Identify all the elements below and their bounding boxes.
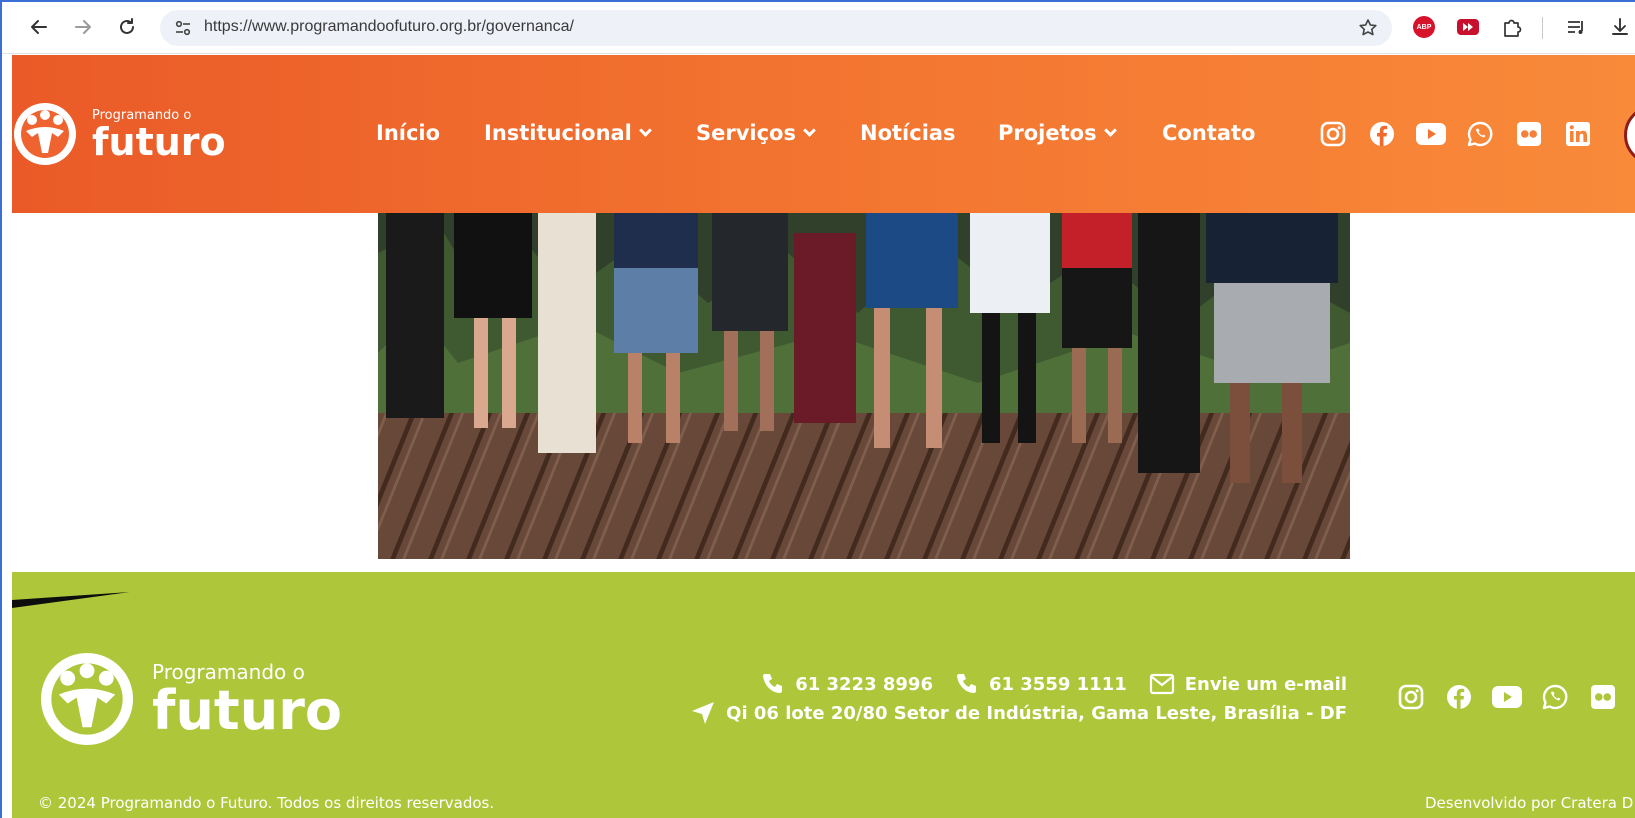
footer-email-link[interactable]: Envie um e-mail [1185, 674, 1347, 695]
footer-phone-2[interactable]: 61 3559 1111 [989, 674, 1127, 695]
developer-credit[interactable]: Desenvolvido por Cratera D [1425, 794, 1633, 812]
partner-seal-icon [1624, 105, 1635, 165]
header-social-links [1318, 119, 1593, 149]
footer-phone-1[interactable]: 61 3223 8996 [795, 674, 933, 695]
logo-big-text: futuro [92, 119, 226, 164]
footer-contact-line: 61 3223 8996 61 3559 1111 Envie um e-mai… [761, 672, 1347, 696]
extensions-puzzle-icon[interactable] [1498, 13, 1526, 41]
photo-image [378, 213, 1350, 559]
decorative-wedge [12, 592, 130, 608]
footer-address-line: Qi 06 lote 20/80 Setor de Indústria, Gam… [690, 700, 1347, 726]
whatsapp-icon[interactable] [1540, 682, 1570, 712]
footer-social-links [1396, 682, 1618, 712]
menu-item-servicos[interactable]: Serviços [696, 121, 816, 145]
bookmark-star-icon[interactable] [1358, 18, 1378, 42]
reading-list-icon[interactable] [1562, 13, 1590, 41]
footer-logo-big-text: futuro [152, 679, 342, 742]
instagram-icon[interactable] [1396, 682, 1426, 712]
download-icon[interactable] [1606, 13, 1634, 41]
footer-address[interactable]: Qi 06 lote 20/80 Setor de Indústria, Gam… [726, 703, 1347, 724]
menu-item-institucional[interactable]: Institucional [484, 121, 652, 145]
phone-icon [763, 674, 783, 693]
browser-toolbar: https://www.programandoofuturo.org.br/go… [2, 2, 1635, 54]
site-footer: Programando o futuro 61 3223 8996 61 355… [12, 572, 1635, 818]
back-arrow-icon[interactable] [24, 12, 54, 42]
group-photo [378, 213, 1350, 559]
footer-logo[interactable]: Programando o futuro [38, 650, 342, 748]
adblock-plus-icon[interactable]: ABP [1410, 13, 1438, 41]
site-settings-icon[interactable] [174, 19, 192, 41]
forward-arrow-icon[interactable] [68, 12, 98, 42]
youtube-icon[interactable] [1416, 119, 1446, 149]
facebook-icon[interactable] [1367, 119, 1397, 149]
chevron-down-icon [1103, 124, 1117, 137]
abp-label: ABP [1413, 16, 1435, 38]
chevron-down-icon [639, 124, 652, 137]
instagram-icon[interactable] [1318, 119, 1348, 149]
whatsapp-icon[interactable] [1465, 119, 1495, 149]
reload-icon[interactable] [112, 12, 142, 42]
logo-emblem-icon [14, 103, 76, 165]
flickr-icon[interactable] [1588, 682, 1618, 712]
address-bar[interactable]: https://www.programandoofuturo.org.br/go… [160, 10, 1392, 46]
site-header: Programando o futuro Início Instituciona… [12, 55, 1635, 213]
youtube-icon[interactable] [1492, 682, 1522, 712]
envelope-icon [1149, 673, 1174, 695]
url-text: https://www.programandoofuturo.org.br/go… [204, 18, 574, 35]
phone-icon [956, 674, 976, 693]
menu-item-noticias[interactable]: Notícias [860, 121, 956, 145]
youtube-extension-icon[interactable] [1454, 13, 1482, 41]
linkedin-icon[interactable] [1563, 119, 1593, 149]
chevron-down-icon [803, 124, 816, 137]
site-logo[interactable]: Programando o futuro [12, 101, 226, 167]
toolbar-divider [1542, 17, 1543, 39]
menu-item-inicio[interactable]: Início [376, 121, 440, 145]
facebook-icon[interactable] [1444, 682, 1474, 712]
menu-item-projetos[interactable]: Projetos [998, 121, 1117, 145]
flickr-icon[interactable] [1514, 119, 1544, 149]
copyright-text: © 2024 Programando o Futuro. Todos os di… [38, 794, 495, 812]
footer-logo-emblem-icon [40, 652, 134, 746]
location-arrow-icon [692, 702, 715, 724]
menu-item-contato[interactable]: Contato [1162, 121, 1255, 145]
